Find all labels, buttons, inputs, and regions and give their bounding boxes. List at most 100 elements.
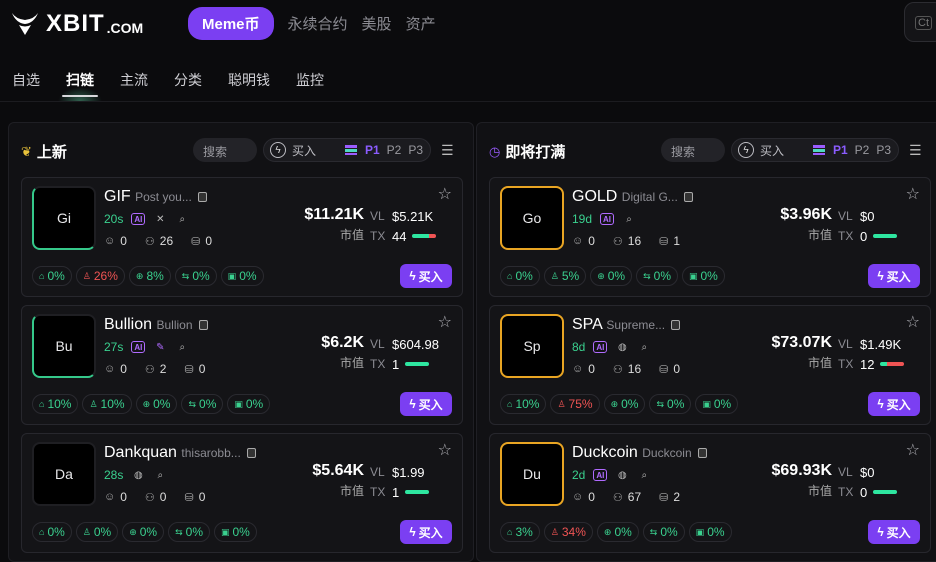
token-avatar[interactable]: Sp <box>500 314 564 378</box>
nav-tab-1[interactable]: 永续合约 <box>288 7 348 40</box>
globe-icon[interactable]: ◍ <box>615 469 629 481</box>
token-avatar[interactable]: Gi <box>32 186 96 250</box>
star-icon[interactable]: ☆ <box>906 440 920 460</box>
metric-value: 8% <box>146 269 164 283</box>
token-name-row[interactable]: Duckcoin Duckcoin <box>572 444 707 462</box>
tx-label: TX <box>838 229 854 243</box>
token-name-row[interactable]: GOLD Digital G... <box>572 188 693 206</box>
buy-button[interactable]: ϟ 买入 <box>868 392 920 416</box>
metric-badge: ♙ 75% <box>550 394 600 414</box>
token-card[interactable]: Gi GIF Post you... ☆ 20s AI ✕ ⌕ ☺ 0 ⚇ 26 ⛁ 0 $11.21K 市… <box>21 177 463 297</box>
x-icon[interactable]: ✕ <box>153 213 167 225</box>
holder-count-a: 0 <box>120 490 127 504</box>
metric-value: 0% <box>232 525 250 539</box>
ai-icon[interactable]: AI <box>600 213 615 225</box>
token-avatar[interactable]: Du <box>500 442 564 506</box>
star-icon[interactable]: ☆ <box>438 184 452 204</box>
search-icon[interactable]: ⌕ <box>175 341 189 353</box>
search-input[interactable]: 搜索 <box>193 138 257 162</box>
copy-icon[interactable] <box>197 191 207 202</box>
market-cap-value: $69.93K <box>771 462 833 479</box>
sub-tab-3[interactable]: 分类 <box>174 62 202 101</box>
star-icon[interactable]: ☆ <box>906 312 920 332</box>
search-input[interactable]: 搜索 <box>661 138 725 162</box>
metric-value: 10% <box>515 397 540 411</box>
nav-tab-3[interactable]: 资产 <box>406 7 436 40</box>
sub-tab-2[interactable]: 主流 <box>120 62 148 101</box>
sub-tab-0[interactable]: 自选 <box>12 62 40 101</box>
copy-icon[interactable] <box>697 447 707 458</box>
sub-tab-5[interactable]: 监控 <box>296 62 324 101</box>
nav-tab-0[interactable]: Meme币 <box>188 7 274 40</box>
metric-icon: ⊕ <box>135 270 144 281</box>
quick-buy-box[interactable]: ϟ 买入 P1 P2 P3 <box>263 138 431 162</box>
buy-button[interactable]: ϟ 买入 <box>400 392 452 416</box>
buy-sell-bar <box>880 362 905 366</box>
token-name-row[interactable]: SPA Supreme... <box>572 316 681 334</box>
token-age: 2d <box>572 468 586 482</box>
copy-icon[interactable] <box>198 319 208 330</box>
copy-icon[interactable] <box>671 319 681 330</box>
copy-icon[interactable] <box>683 191 693 202</box>
metric-badge: ⌂ 0% <box>32 266 72 286</box>
preset-p1[interactable]: P1 <box>365 143 380 157</box>
token-card[interactable]: Da Dankquan thisarobb... ☆ 28s ◍ ⌕ ☺ 0 ⚇ 0 ⛁ 0 $5.64… <box>21 433 463 553</box>
buy-sell-bar <box>405 490 430 494</box>
buy-button[interactable]: ϟ 买入 <box>868 520 920 544</box>
token-card[interactable]: Sp SPA Supreme... ☆ 8d AI ◍ ⌕ ☺ 0 ⚇ 16 ⛁ 0 $73.07K 市值 V… <box>489 305 931 425</box>
shortcut-box[interactable]: Ct <box>904 2 936 42</box>
token-card[interactable]: Go GOLD Digital G... ☆ 19d AI ⌕ ☺ 0 ⚇ 16 ⛁ 1 $3.96K 市… <box>489 177 931 297</box>
star-icon[interactable]: ☆ <box>906 184 920 204</box>
search-icon[interactable]: ⌕ <box>175 213 189 225</box>
ai-icon[interactable]: AI <box>131 341 146 353</box>
search-icon[interactable]: ⌕ <box>637 341 651 353</box>
filter-icon[interactable]: ☰ <box>909 142 927 158</box>
nav-tab-2[interactable]: 美股 <box>362 7 392 40</box>
feather-icon[interactable]: ✎ <box>153 341 167 353</box>
metric-value: 10% <box>100 397 125 411</box>
search-icon[interactable]: ⌕ <box>622 213 636 225</box>
token-name-row[interactable]: Dankquan thisarobb... <box>104 444 256 462</box>
globe-icon[interactable]: ◍ <box>615 341 629 353</box>
ai-icon[interactable]: AI <box>131 213 146 225</box>
ai-icon[interactable]: AI <box>593 341 608 353</box>
volume-row: VL $604.98 <box>370 334 450 354</box>
buy-button-label: 买入 <box>886 269 911 284</box>
star-icon[interactable]: ☆ <box>438 440 452 460</box>
metric-icon: ⌂ <box>507 399 513 409</box>
sub-tab-1[interactable]: 扫链 <box>58 62 102 101</box>
token-name-row[interactable]: GIF Post you... <box>104 188 207 206</box>
token-avatar[interactable]: Da <box>32 442 96 506</box>
token-card[interactable]: Bu Bullion Bullion ☆ 27s AI ✎ ⌕ ☺ 0 ⚇ 2 ⛁ 0 $6.2K 市值 VL… <box>21 305 463 425</box>
buy-button[interactable]: ϟ 买入 <box>400 520 452 544</box>
preset-p3[interactable]: P3 <box>876 143 891 157</box>
preset-p2[interactable]: P2 <box>855 143 870 157</box>
filter-icon[interactable]: ☰ <box>441 142 459 158</box>
token-card[interactable]: Du Duckcoin Duckcoin ☆ 2d AI ◍ ⌕ ☺ 0 ⚇ 67 ⛁ 2 $69.93K… <box>489 433 931 553</box>
token-name-row[interactable]: Bullion Bullion <box>104 316 208 334</box>
market-cap: $5.64K 市值 <box>312 462 364 499</box>
bolt-icon: ϟ <box>738 142 754 158</box>
metric-value: 0% <box>185 525 203 539</box>
search-icon[interactable]: ⌕ <box>637 469 651 481</box>
market-cap-label: 市值 <box>807 484 832 498</box>
quick-buy-box[interactable]: ϟ 买入 P1 P2 P3 <box>731 138 899 162</box>
preset-p3[interactable]: P3 <box>408 143 423 157</box>
copy-icon[interactable] <box>246 447 256 458</box>
tx-value: 0 <box>860 484 868 500</box>
token-avatar[interactable]: Bu <box>32 314 96 378</box>
globe-icon[interactable]: ◍ <box>131 469 145 481</box>
brand-logo[interactable]: XBIT .COM <box>10 10 143 38</box>
holder-count-b: 16 <box>627 362 642 376</box>
ai-icon[interactable]: AI <box>593 469 608 481</box>
star-icon[interactable]: ☆ <box>438 312 452 332</box>
tx-row: TX 44 <box>370 226 450 246</box>
volume-row: VL $5.21K <box>370 206 450 226</box>
token-avatar[interactable]: Go <box>500 186 564 250</box>
buy-button[interactable]: ϟ 买入 <box>400 264 452 288</box>
search-icon[interactable]: ⌕ <box>153 469 167 481</box>
preset-p1[interactable]: P1 <box>833 143 848 157</box>
buy-button[interactable]: ϟ 买入 <box>868 264 920 288</box>
sub-tab-4[interactable]: 聪明钱 <box>228 62 270 101</box>
preset-p2[interactable]: P2 <box>387 143 402 157</box>
